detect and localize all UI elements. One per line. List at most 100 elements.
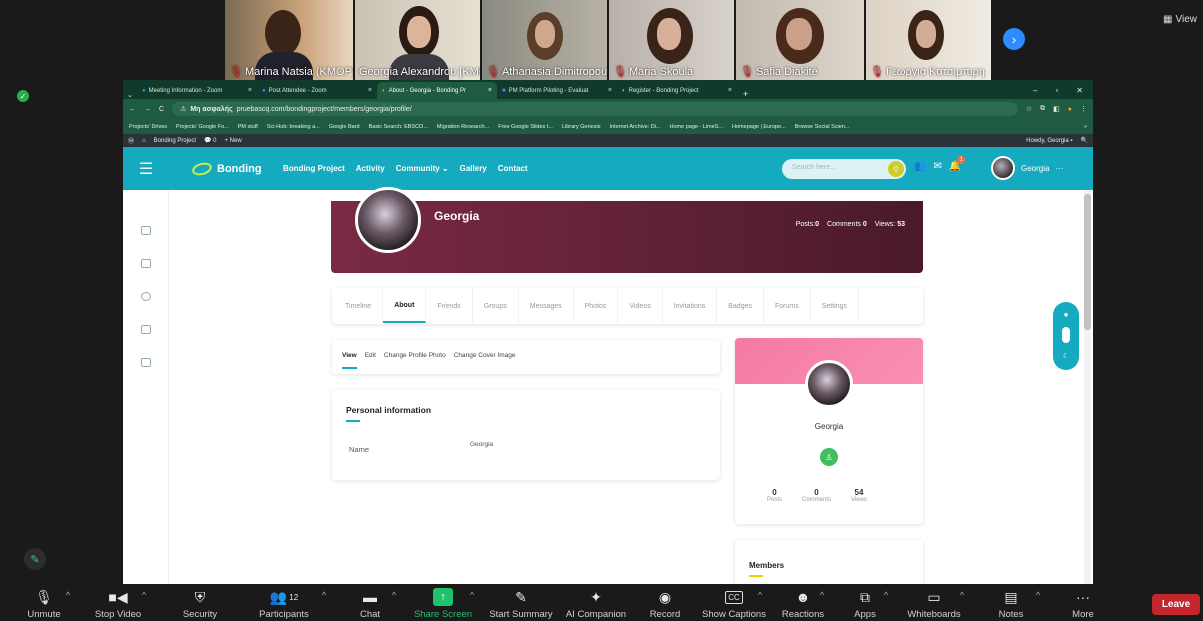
site-search-input[interactable]: Search here... ⚲ [782,159,906,179]
participants-button[interactable]: 👥 12 Participants [254,584,314,621]
nav-contact[interactable]: Contact [498,164,528,173]
browser-tab[interactable]: ● Post Attendee - Zoom × [257,82,377,99]
close-tab-icon[interactable]: × [488,87,492,94]
participant-tile[interactable]: 🎙 Safia Diakité [736,0,864,80]
url-field[interactable]: ⚠ Μη ασφαλής pruebascq.com/bondingprojec… [172,102,1018,116]
admin-search-icon[interactable]: 🔍 [1081,137,1088,144]
bookmark-item[interactable]: Library Genesis [562,124,601,130]
bookmark-item[interactable]: Projects' Drives [129,124,167,130]
bookmark-item[interactable]: Homepage | Europe... [732,124,786,130]
whiteboard-options-caret[interactable]: ^ [960,590,964,600]
tab-forums[interactable]: Forums [764,289,811,323]
video-options-caret[interactable]: ^ [142,590,146,600]
bookmark-item[interactable]: Free Google Slides t... [498,124,553,130]
unmute-button[interactable]: 🎙 Unmute [22,584,66,621]
sidebar-icon[interactable]: ◧ [1053,105,1060,113]
leave-button[interactable]: Leave [1152,594,1200,615]
back-icon[interactable]: ← [129,106,136,113]
view-button[interactable]: ▦ View [1163,14,1197,25]
audio-options-caret[interactable]: ^ [66,590,70,600]
apps-button[interactable]: ⧉ Apps [849,584,881,621]
tab-messages[interactable]: Messages [519,289,574,323]
close-tab-icon[interactable]: × [608,87,612,94]
security-button[interactable]: ⛨ Security [178,584,222,621]
participant-tile[interactable]: 🎙 Maria Skoula [609,0,734,80]
groups-icon[interactable] [140,292,151,301]
chat-button[interactable]: ▬ Chat [350,584,390,621]
bookmark-item[interactable]: Projects' Google Fo... [176,124,229,130]
close-tab-icon[interactable]: × [248,87,252,94]
notes-button[interactable]: ▤ Notes [996,584,1026,621]
bookmark-item[interactable]: Google Bard [329,124,360,130]
minimize-icon[interactable]: – [1033,86,1037,95]
participant-tile[interactable]: Georgia Alexandrou [KMO... [355,0,480,80]
chat-options-caret[interactable]: ^ [392,590,396,600]
tab-timeline[interactable]: Timeline [334,289,384,323]
maximize-icon[interactable]: ▫ [1055,86,1058,95]
tab-videos[interactable]: Videos [618,289,663,323]
forward-icon[interactable]: → [144,106,151,113]
subtab-edit[interactable]: Edit [365,352,376,369]
notifications-icon[interactable]: 🔔 1 [949,156,966,172]
annotate-pencil-icon[interactable]: ✎ [24,548,46,570]
tab-invitations[interactable]: Invitations [663,289,718,323]
bookmark-item[interactable]: Home page - LimeS... [670,124,724,130]
comments-icon[interactable]: 💬 0 [204,137,216,144]
close-window-icon[interactable]: ✕ [1076,86,1083,95]
browser-tab[interactable]: ● Meeting Information - Zoom × [137,82,257,99]
nav-community[interactable]: Community ⌄ [396,164,449,173]
menu-dots-icon[interactable]: ⋮ [1080,105,1087,113]
share-options-caret[interactable]: ^ [470,590,474,600]
nav-gallery[interactable]: Gallery [460,164,487,173]
activity-icon[interactable] [140,226,151,235]
ai-companion-button[interactable]: ✦ AI Companion [563,584,629,621]
stop-video-button[interactable]: ■◀ Stop Video [88,584,148,621]
record-button[interactable]: ◉ Record [645,584,685,621]
reactions-options-caret[interactable]: ^ [820,590,824,600]
howdy-link[interactable]: Howdy, Georgia ▪ [1026,138,1072,144]
apps-options-caret[interactable]: ^ [884,590,888,600]
tab-groups[interactable]: Groups [473,289,519,323]
bookmark-item[interactable]: Browse Social Scien... [795,124,850,130]
profile-icon[interactable]: ● [1068,106,1072,113]
search-icon[interactable]: ⚲ [888,161,904,177]
subtab-change-profile-photo[interactable]: Change Profile Photo [384,352,446,369]
bookmark-star-icon[interactable]: ☆ [1026,105,1032,113]
subtab-change-cover-image[interactable]: Change Cover Image [454,352,516,369]
tab-friends[interactable]: Friends [426,289,473,323]
bookmarks-more[interactable]: » [1084,124,1087,130]
browser-tab[interactable]: ■ PM Platform Piloting - Evaluat × [497,82,617,99]
forum-icon[interactable] [140,325,151,334]
new-content-link[interactable]: + New [225,138,242,144]
user-menu[interactable]: Georgia ··· [991,156,1063,180]
scrollbar-thumb[interactable] [1084,194,1091,330]
reload-icon[interactable]: C [159,106,164,113]
scrollbar[interactable] [1084,190,1091,584]
participants-options-caret[interactable]: ^ [322,590,326,600]
browser-tab[interactable]: ◐ Register - Bonding Project × [617,82,737,99]
browser-tab-active[interactable]: ◐ About - Georgia - Bonding Pr × [377,82,497,99]
tab-badges[interactable]: Badges [717,289,764,323]
nav-bonding-project[interactable]: Bonding Project [283,164,345,173]
tab-list-icon[interactable]: ⌄ [127,91,137,99]
extensions-icon[interactable]: ⧉ [1040,105,1045,113]
gallery-icon[interactable] [140,358,151,367]
news-icon[interactable] [140,259,151,268]
bookmark-item[interactable]: Basic Search: EBSCO... [369,124,428,130]
bookmark-item[interactable]: Internet Archive: Di... [609,124,660,130]
messages-icon[interactable]: ✉ [933,161,941,172]
captions-options-caret[interactable]: ^ [758,590,762,600]
participant-tile[interactable]: 🎙 Γεωργια Κατσιμπιρη [866,0,991,80]
next-participants-button[interactable]: › [1003,28,1025,50]
close-tab-icon[interactable]: × [728,87,732,94]
site-logo[interactable]: Bonding [191,162,283,176]
participant-tile[interactable]: 🎙Athanasia Dimitropoul... [482,0,607,80]
share-screen-button[interactable]: ↑ Share Screen [412,584,474,621]
participant-tile[interactable]: 🎙 Marina Natsia (KMOP) [225,0,353,80]
nav-activity[interactable]: Activity [356,164,385,173]
admin-site-link[interactable]: Bonding Project [154,138,196,144]
bookmark-item[interactable]: PM stuff [238,124,258,130]
theme-toggle[interactable]: ✹ ☾ [1053,302,1079,370]
new-tab-button[interactable]: + [737,89,754,99]
notes-options-caret[interactable]: ^ [1036,590,1040,600]
